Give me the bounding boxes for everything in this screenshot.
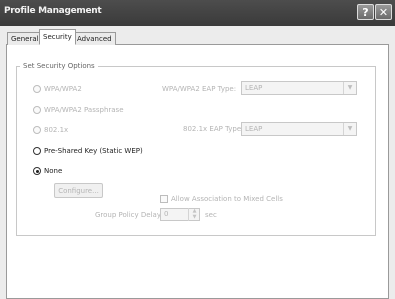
close-icon: ✕ [378, 5, 389, 19]
wpa-eap-type-label: WPA/WPA2 EAP Type: [162, 85, 237, 93]
chevron-down-icon: ▼ [343, 82, 356, 94]
tab-general[interactable]: General [7, 32, 43, 45]
radio-label: 802.1x [44, 126, 69, 134]
eap-802-1x-type-select[interactable]: LEAP ▼ [241, 122, 357, 136]
close-button[interactable]: ✕ [375, 4, 392, 20]
radio-circle-icon [33, 85, 41, 93]
group-legend: Set Security Options [20, 62, 98, 70]
spin-down-icon[interactable]: ▼ [193, 214, 197, 220]
eap-802-1x-type-label: 802.1x EAP Type: [183, 125, 244, 133]
checkbox-label: Allow Association to Mixed Cells [171, 195, 283, 203]
title-bar[interactable]: Profile Management ? ✕ [0, 0, 395, 26]
wpa-eap-type-select[interactable]: LEAP ▼ [241, 81, 357, 95]
tab-advanced[interactable]: Advanced [73, 32, 116, 45]
radio-label: Pre-Shared Key (Static WEP) [44, 147, 143, 155]
chevron-down-icon: ▼ [343, 123, 356, 135]
checkbox-box-icon [160, 195, 168, 203]
help-icon: ? [362, 5, 369, 19]
radio-pre-shared-key[interactable]: Pre-Shared Key (Static WEP) [33, 146, 143, 156]
tab-security[interactable]: Security [39, 29, 76, 45]
radio-label: WPA/WPA2 [44, 85, 82, 93]
radio-circle-icon [33, 126, 41, 134]
radio-802-1x[interactable]: 802.1x [33, 125, 68, 135]
group-policy-delay-label: Group Policy Delay: [95, 211, 163, 219]
group-policy-delay-unit: sec [205, 211, 217, 219]
configure-button[interactable]: Configure... [54, 183, 103, 198]
radio-wpa-wpa2[interactable]: WPA/WPA2 [33, 84, 82, 94]
window-title: Profile Management [4, 6, 102, 16]
radio-circle-icon [33, 147, 41, 155]
select-value: LEAP [245, 84, 263, 92]
radio-none[interactable]: None [33, 166, 62, 176]
radio-label: None [44, 167, 63, 175]
allow-association-checkbox[interactable]: Allow Association to Mixed Cells [160, 195, 283, 203]
spin-buttons[interactable]: ▲ ▼ [188, 208, 200, 221]
select-value: LEAP [245, 125, 263, 133]
radio-selected-icon [33, 167, 41, 175]
help-button[interactable]: ? [357, 4, 374, 20]
radio-label: WPA/WPA2 Passphrase [44, 106, 124, 114]
radio-wpa-passphrase[interactable]: WPA/WPA2 Passphrase [33, 105, 124, 115]
radio-circle-icon [33, 106, 41, 114]
